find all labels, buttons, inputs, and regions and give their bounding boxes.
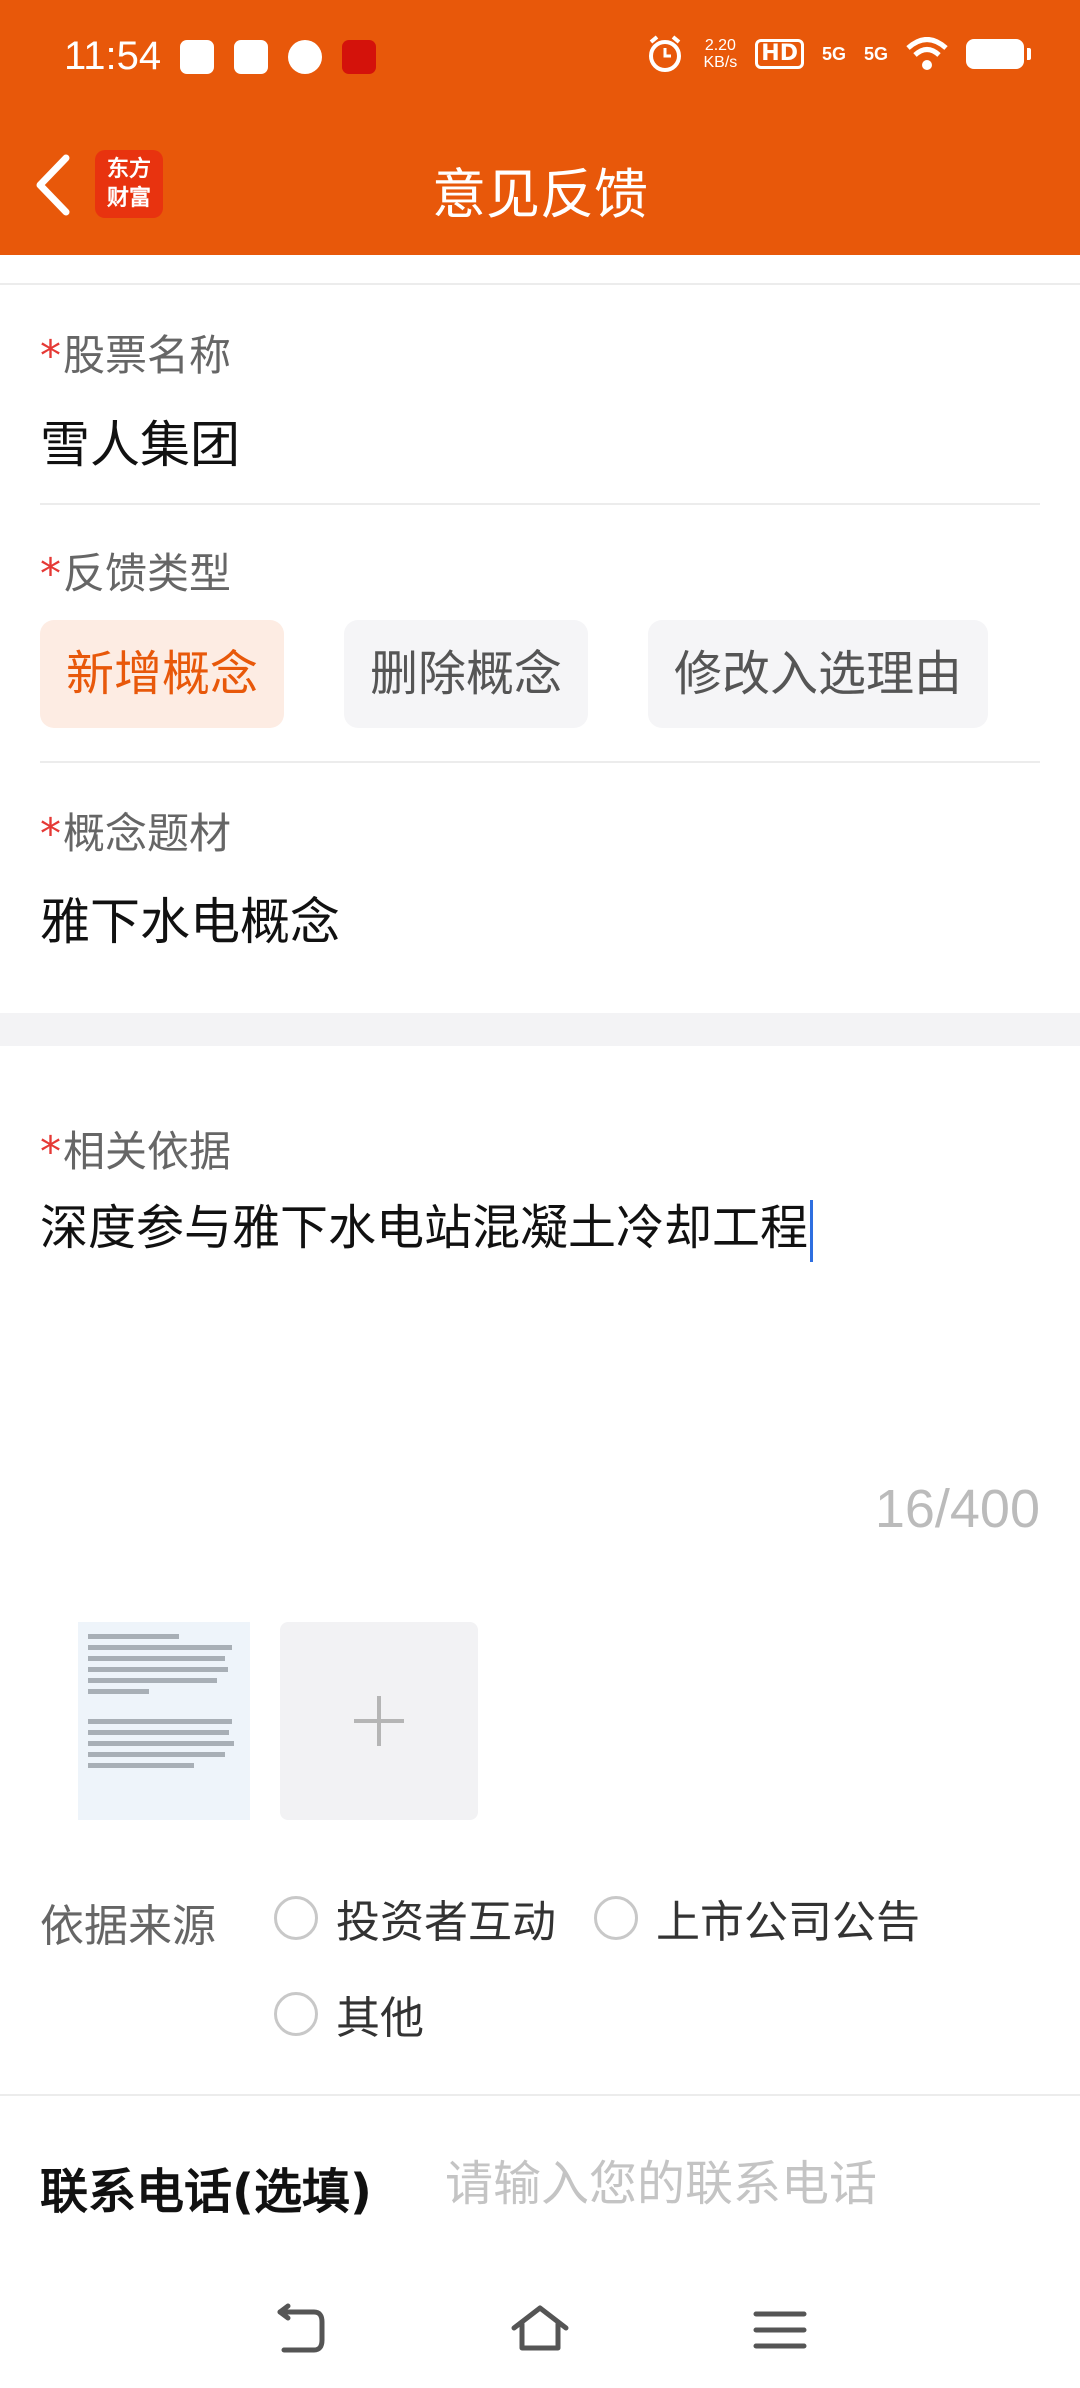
char-counter: 16/400 (874, 1479, 1040, 1539)
status-time: 11:54 (64, 34, 162, 78)
source-option-other[interactable]: 其他 (274, 1982, 424, 2046)
basis-label: *相关依据 (40, 1118, 231, 1179)
network-speed-unit: KB/s (703, 54, 738, 71)
thumbnail-line (88, 1678, 218, 1683)
thumbnail-line (88, 1645, 233, 1650)
thumbnail-line (88, 1763, 195, 1768)
divider (0, 2094, 1080, 2096)
thumbnail-line (88, 1667, 228, 1672)
attached-image-thumbnail[interactable] (78, 1622, 250, 1820)
signal-5g-icon-1: 5G (821, 43, 846, 64)
system-navigation-bar (0, 2272, 1080, 2388)
phone-input[interactable] (445, 2148, 1045, 2220)
nav-home-button[interactable] (510, 2300, 570, 2360)
app-red-icon (342, 40, 376, 74)
app-notification-icon (180, 40, 214, 74)
source-option-company-announcement[interactable]: 上市公司公告 (594, 1886, 920, 1950)
home-icon (511, 2305, 569, 2351)
basis-label-text: 相关依据 (63, 1127, 232, 1176)
thumbnail-line (88, 1656, 225, 1661)
divider (40, 503, 1040, 505)
add-image-button[interactable] (280, 1622, 478, 1820)
system-icons: 2.20 KB/s HD 5G 5G (645, 34, 1031, 74)
feedback-type-option-add-concept[interactable]: 新增概念 (40, 620, 285, 728)
section-separator (0, 1013, 1080, 1046)
divider (0, 283, 1080, 285)
stock-name-label: *股票名称 (40, 322, 231, 383)
thumbnail-line (88, 1752, 225, 1757)
status-bar: 11:54 2.20 KB/s HD 5G 5G (0, 0, 1080, 120)
thumbnail-line (88, 1730, 230, 1735)
nav-back-button[interactable] (270, 2300, 330, 2360)
radio-circle-icon (274, 1992, 318, 2036)
feedback-type-label: *反馈类型 (40, 540, 231, 601)
header-bar: 11:54 2.20 KB/s HD 5G 5G 东方 财富 意见反馈 (0, 0, 1080, 255)
phone-label: 联系电话(选填) (40, 2164, 372, 2220)
source-option-label: 投资者互动 (336, 1897, 556, 1948)
network-speed-value: 2.20 (704, 37, 736, 54)
basis-textarea[interactable]: 深度参与雅下水电站混凝土冷却工程 (40, 1188, 1040, 1448)
source-label: 依据来源 (40, 1901, 216, 1952)
stock-name-label-text: 股票名称 (63, 331, 232, 380)
radio-circle-icon (274, 1896, 318, 1940)
feedback-type-option-modify-reason[interactable]: 修改入选理由 (648, 620, 989, 728)
required-mark: * (40, 549, 61, 598)
page-title: 意见反馈 (432, 163, 648, 226)
required-mark: * (40, 331, 61, 380)
video-app-icon (234, 40, 268, 74)
concept-label: *概念题材 (40, 800, 231, 861)
notification-icons (180, 40, 376, 74)
text-cursor (810, 1200, 814, 1262)
thumbnail-line (88, 1741, 234, 1746)
plus-icon (377, 1696, 381, 1746)
menu-icon (753, 2311, 807, 2349)
signal-5g-icon-2: 5G (863, 43, 888, 64)
nav-menu-button[interactable] (750, 2300, 810, 2360)
wifi-icon (906, 37, 948, 70)
divider (40, 761, 1040, 763)
source-option-label: 上市公司公告 (656, 1897, 920, 1948)
battery-icon (966, 39, 1031, 69)
thumbnail-line (88, 1634, 180, 1639)
concept-value: 雅下水电概念 (40, 893, 340, 951)
thumbnail-line (88, 1719, 233, 1724)
network-speed: 2.20 KB/s (703, 37, 737, 71)
feedback-type-option-delete-concept[interactable]: 删除概念 (344, 620, 589, 728)
chat-bubble-icon (288, 40, 322, 74)
radio-circle-icon (594, 1896, 638, 1940)
source-option-investor-interaction[interactable]: 投资者互动 (274, 1886, 556, 1950)
basis-text: 深度参与雅下水电站混凝土冷却工程 (40, 1200, 809, 1256)
hd-volte-icon: HD (755, 39, 804, 69)
required-mark: * (40, 809, 61, 858)
source-option-label: 其他 (336, 1993, 424, 2044)
thumbnail-line (88, 1689, 149, 1694)
stock-name-value: 雪人集团 (40, 416, 240, 474)
feedback-type-label-text: 反馈类型 (63, 549, 232, 598)
navigation-bar: 东方 财富 意见反馈 (0, 130, 1080, 240)
required-mark: * (40, 1127, 61, 1176)
concept-label-text: 概念题材 (63, 809, 232, 858)
alarm-icon (649, 35, 682, 72)
nav-back-icon (277, 2303, 325, 2353)
